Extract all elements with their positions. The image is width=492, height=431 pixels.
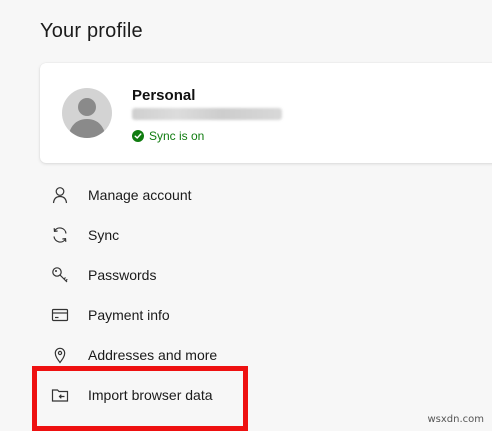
profile-menu: Manage account Sync Passwords Payment in…: [40, 175, 340, 415]
menu-item-label: Manage account: [88, 187, 192, 203]
folder-import-icon: [50, 385, 70, 405]
menu-item-label: Passwords: [88, 267, 157, 283]
key-icon: [50, 265, 70, 285]
sync-status-text: Sync is on: [149, 129, 205, 143]
watermark: wsxdn.com: [427, 414, 484, 425]
check-circle-icon: [132, 130, 144, 142]
profile-email-redacted: [132, 108, 282, 120]
menu-item-manage-account[interactable]: Manage account: [40, 175, 340, 215]
menu-item-import-browser-data[interactable]: Import browser data: [40, 375, 340, 415]
page-title: Your profile: [40, 20, 143, 42]
sync-status: Sync is on: [132, 129, 204, 143]
menu-item-label: Payment info: [88, 307, 170, 323]
menu-item-passwords[interactable]: Passwords: [40, 255, 340, 295]
location-pin-icon: [50, 345, 70, 365]
menu-item-sync[interactable]: Sync: [40, 215, 340, 255]
credit-card-icon: [50, 305, 70, 325]
avatar[interactable]: [62, 88, 112, 138]
person-icon: [50, 185, 70, 205]
menu-item-addresses[interactable]: Addresses and more: [40, 335, 340, 375]
menu-item-label: Addresses and more: [88, 347, 218, 363]
menu-item-label: Sync: [88, 227, 120, 243]
profile-card[interactable]: Personal Sync is on: [40, 63, 492, 163]
profile-name: Personal: [132, 87, 196, 104]
sync-icon: [50, 225, 70, 245]
menu-item-label: Import browser data: [88, 387, 213, 403]
menu-item-payment-info[interactable]: Payment info: [40, 295, 340, 335]
default-avatar-icon: [68, 98, 106, 138]
